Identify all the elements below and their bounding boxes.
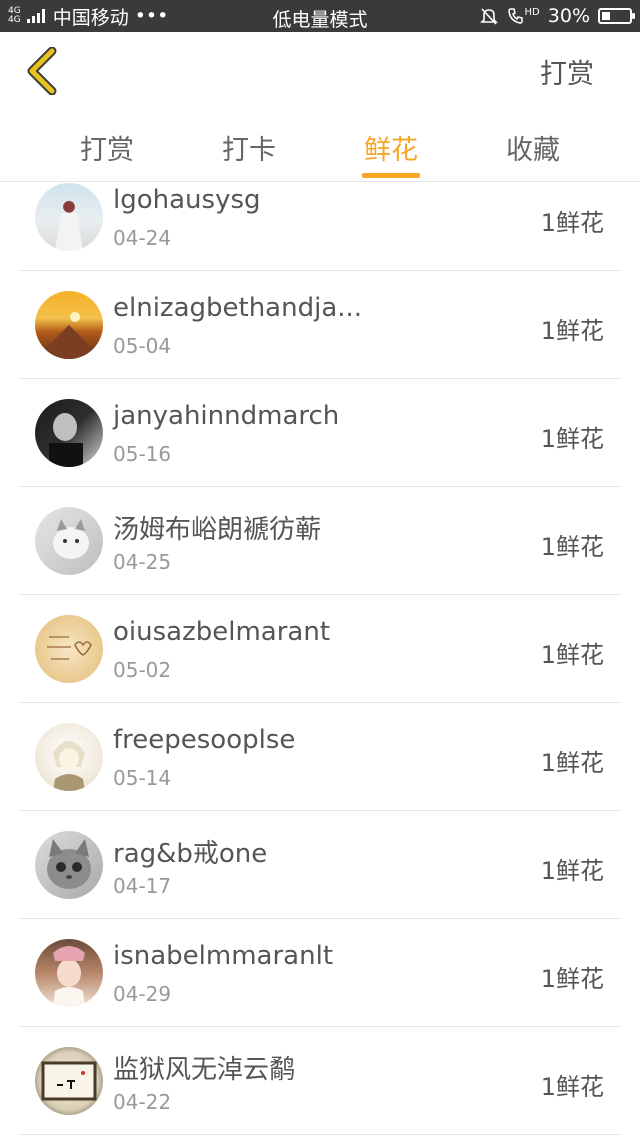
- hd-call-indicator: HD: [507, 7, 540, 25]
- status-dots: •••: [134, 5, 169, 27]
- status-left: 4G 4G 中国移动 •••: [8, 0, 168, 32]
- date: 05-04: [113, 334, 172, 358]
- active-tab-indicator: [362, 173, 420, 178]
- tab-favorites[interactable]: 收藏: [483, 128, 583, 167]
- battery-level: [602, 12, 610, 20]
- user-name: isnabelmmaranlt: [113, 941, 334, 971]
- mute-bell-icon: [479, 8, 498, 25]
- flower-count: 1鲜花: [540, 317, 604, 345]
- chevron-left-icon: [27, 47, 57, 95]
- carrier-name: 中国移动: [52, 6, 129, 29]
- battery-percent: 30%: [547, 5, 590, 27]
- user-name: freepesooplse: [113, 725, 296, 755]
- tab-checkin[interactable]: 打卡: [199, 128, 299, 167]
- user-name: oiusazbelmarant: [113, 617, 331, 647]
- user-name: lgohausysg: [113, 185, 261, 215]
- avatar: [35, 507, 103, 575]
- flower-count: 1鲜花: [540, 965, 604, 993]
- date: 05-16: [113, 442, 172, 466]
- list-item[interactable]: elnizagbethandja... 05-04 1鲜花: [18, 271, 622, 379]
- flower-count: 1鲜花: [540, 425, 604, 453]
- tab-reward[interactable]: 打赏: [57, 128, 157, 167]
- avatar: [35, 723, 103, 791]
- list-item[interactable]: oiusazbelmarant 05-02 1鲜花: [18, 595, 622, 703]
- signal-icon: [26, 9, 45, 23]
- hd-label: HD: [524, 6, 540, 18]
- header: 打赏: [0, 32, 640, 110]
- avatar: [35, 615, 103, 683]
- flower-list: lgohausysg 04-24 1鲜花 elnizagbethandja...…: [0, 183, 640, 1138]
- flower-count: 1鲜花: [540, 641, 604, 669]
- list-item[interactable]: isnabelmmaranlt 04-29 1鲜花: [18, 919, 622, 1027]
- list-item[interactable]: lgohausysg 04-24 1鲜花: [18, 183, 622, 271]
- flower-count: 1鲜花: [540, 749, 604, 777]
- list-item[interactable]: 汤姆布峪朗褫彷蕲 04-25 1鲜花: [18, 487, 622, 595]
- flower-count: 1鲜花: [540, 1073, 604, 1101]
- date: 04-29: [113, 982, 172, 1006]
- network-type: 4G 4G: [8, 7, 21, 25]
- user-name: 监狱风无淖云鹬: [113, 1055, 296, 1085]
- avatar: [35, 183, 103, 251]
- reward-action-button[interactable]: 打赏: [540, 52, 594, 91]
- date: 05-14: [113, 766, 172, 790]
- status-bar: 4G 4G 中国移动 ••• 低电量模式 HD 30%: [0, 0, 640, 32]
- user-name: rag&b戒one: [113, 839, 268, 869]
- avatar: [35, 399, 103, 467]
- user-name: janyahinndmarch: [113, 401, 340, 431]
- list-item[interactable]: 监狱风无淖云鹬 04-22 1鲜花: [18, 1027, 622, 1135]
- list-item[interactable]: freepesooplse 05-14 1鲜花: [18, 703, 622, 811]
- date: 04-24: [113, 226, 172, 250]
- network-type-bottom: 4G: [8, 15, 21, 25]
- tab-bar: 打赏 打卡 鲜花 收藏: [0, 110, 640, 182]
- avatar: [35, 1047, 103, 1115]
- battery-icon: [598, 8, 635, 24]
- date: 05-02: [113, 658, 172, 682]
- list-item[interactable]: rag&b戒one 04-17 1鲜花: [18, 811, 622, 919]
- flower-count: 1鲜花: [540, 857, 604, 885]
- date: 04-22: [113, 1090, 172, 1114]
- user-name: elnizagbethandja...: [113, 293, 363, 323]
- status-right: HD 30%: [479, 0, 635, 32]
- avatar: [35, 939, 103, 1007]
- avatar: [35, 831, 103, 899]
- flower-count: 1鲜花: [540, 533, 604, 561]
- list-item[interactable]: janyahinndmarch 05-16 1鲜花: [18, 379, 622, 487]
- phone-icon: [507, 8, 523, 24]
- flower-count: 1鲜花: [540, 209, 604, 237]
- date: 04-17: [113, 874, 172, 898]
- tab-flowers[interactable]: 鲜花: [341, 128, 441, 167]
- date: 04-25: [113, 550, 172, 574]
- avatar: [35, 291, 103, 359]
- back-button[interactable]: [20, 46, 64, 96]
- user-name: 汤姆布峪朗褫彷蕲: [113, 515, 322, 545]
